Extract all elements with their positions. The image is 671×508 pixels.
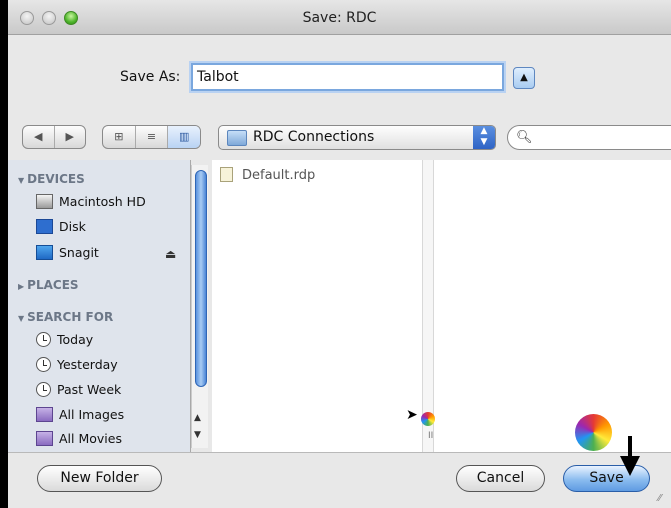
smart-folder-icon — [36, 431, 53, 446]
sidebar-header-places[interactable]: ▶ PLACES — [18, 278, 79, 292]
sidebar-item-snagit[interactable]: Snagit — [36, 245, 99, 260]
back-forward-buttons: ◀ ▶ — [22, 125, 86, 149]
sidebar-header-devices[interactable]: ▼ DEVICES — [18, 172, 85, 186]
window-title: Save: RDC — [302, 10, 377, 26]
column-divider[interactable] — [422, 160, 434, 452]
new-folder-button[interactable]: New Folder — [37, 465, 162, 492]
mouse-cursor-icon: ➤ — [406, 407, 418, 423]
sidebar-item-past-week[interactable]: Past Week — [36, 382, 121, 397]
busy-spinner-icon — [575, 414, 612, 451]
sidebar-item-macintosh-hd[interactable]: Macintosh HD — [36, 194, 146, 209]
save-dialog: Save: RDC Save As: Talbot ▲ ◀ ▶ ⊞ ≡ ▥ RD… — [8, 0, 671, 508]
popup-arrows-icon: ▲ ▼ — [473, 126, 495, 149]
file-browser-column — [212, 160, 422, 452]
forward-button[interactable]: ▶ — [55, 126, 86, 148]
save-as-input[interactable]: Talbot — [191, 63, 504, 91]
eject-icon[interactable]: ⏏ — [165, 247, 176, 261]
triangle-up-icon: ▲ — [520, 72, 528, 83]
sidebar-item-disk[interactable]: Disk — [36, 219, 86, 234]
folder-icon — [227, 130, 247, 146]
collapse-dialog-button[interactable]: ▲ — [513, 67, 535, 89]
file-browser-column-empty — [434, 160, 671, 452]
cancel-button[interactable]: Cancel — [456, 465, 545, 492]
sidebar-item-all-images[interactable]: All Images — [36, 407, 124, 422]
search-field[interactable]: 🔍︎ — [507, 125, 671, 150]
column-view-button[interactable]: ▥ — [168, 126, 201, 148]
title-bar[interactable]: Save: RDC — [8, 0, 671, 35]
disclosure-triangle-icon[interactable]: ▼ — [18, 176, 24, 185]
busy-spinner-icon — [421, 412, 435, 426]
search-icon: 🔍︎ — [516, 130, 533, 145]
sidebar-item-today[interactable]: Today — [36, 332, 93, 347]
view-mode-buttons: ⊞ ≡ ▥ — [102, 125, 201, 149]
disclosure-triangle-icon[interactable]: ▼ — [18, 314, 24, 323]
scroll-down-arrow-icon[interactable]: ▼ — [194, 430, 201, 440]
snagit-drive-icon — [36, 245, 53, 260]
resize-grip-icon[interactable]: ⁄⁄ — [658, 493, 661, 504]
clock-icon — [36, 357, 51, 372]
location-label: RDC Connections — [253, 129, 375, 145]
smart-folder-icon — [36, 407, 53, 422]
back-button[interactable]: ◀ — [23, 126, 55, 148]
file-item[interactable]: Default.rdp — [220, 167, 315, 183]
disk-icon — [36, 219, 53, 234]
icon-view-button[interactable]: ⊞ — [103, 126, 136, 148]
hard-drive-icon — [36, 194, 53, 209]
scroll-up-arrow-icon[interactable]: ▲ — [194, 413, 201, 423]
list-view-button[interactable]: ≡ — [136, 126, 169, 148]
location-popup[interactable]: RDC Connections ▲ ▼ — [218, 125, 496, 150]
sidebar-item-yesterday[interactable]: Yesterday — [36, 357, 118, 372]
clock-icon — [36, 332, 51, 347]
save-as-label: Save As: — [120, 69, 181, 85]
sidebar-item-all-movies[interactable]: All Movies — [36, 431, 122, 446]
document-icon — [220, 167, 233, 182]
sidebar-header-search-for[interactable]: ▼ SEARCH FOR — [18, 310, 113, 324]
sidebar-scroll-thumb[interactable] — [195, 170, 207, 387]
disclosure-triangle-icon[interactable]: ▶ — [18, 282, 24, 291]
clock-icon — [36, 382, 51, 397]
column-resize-handle-icon[interactable]: II — [428, 431, 433, 441]
arrow-down-icon — [620, 436, 640, 476]
